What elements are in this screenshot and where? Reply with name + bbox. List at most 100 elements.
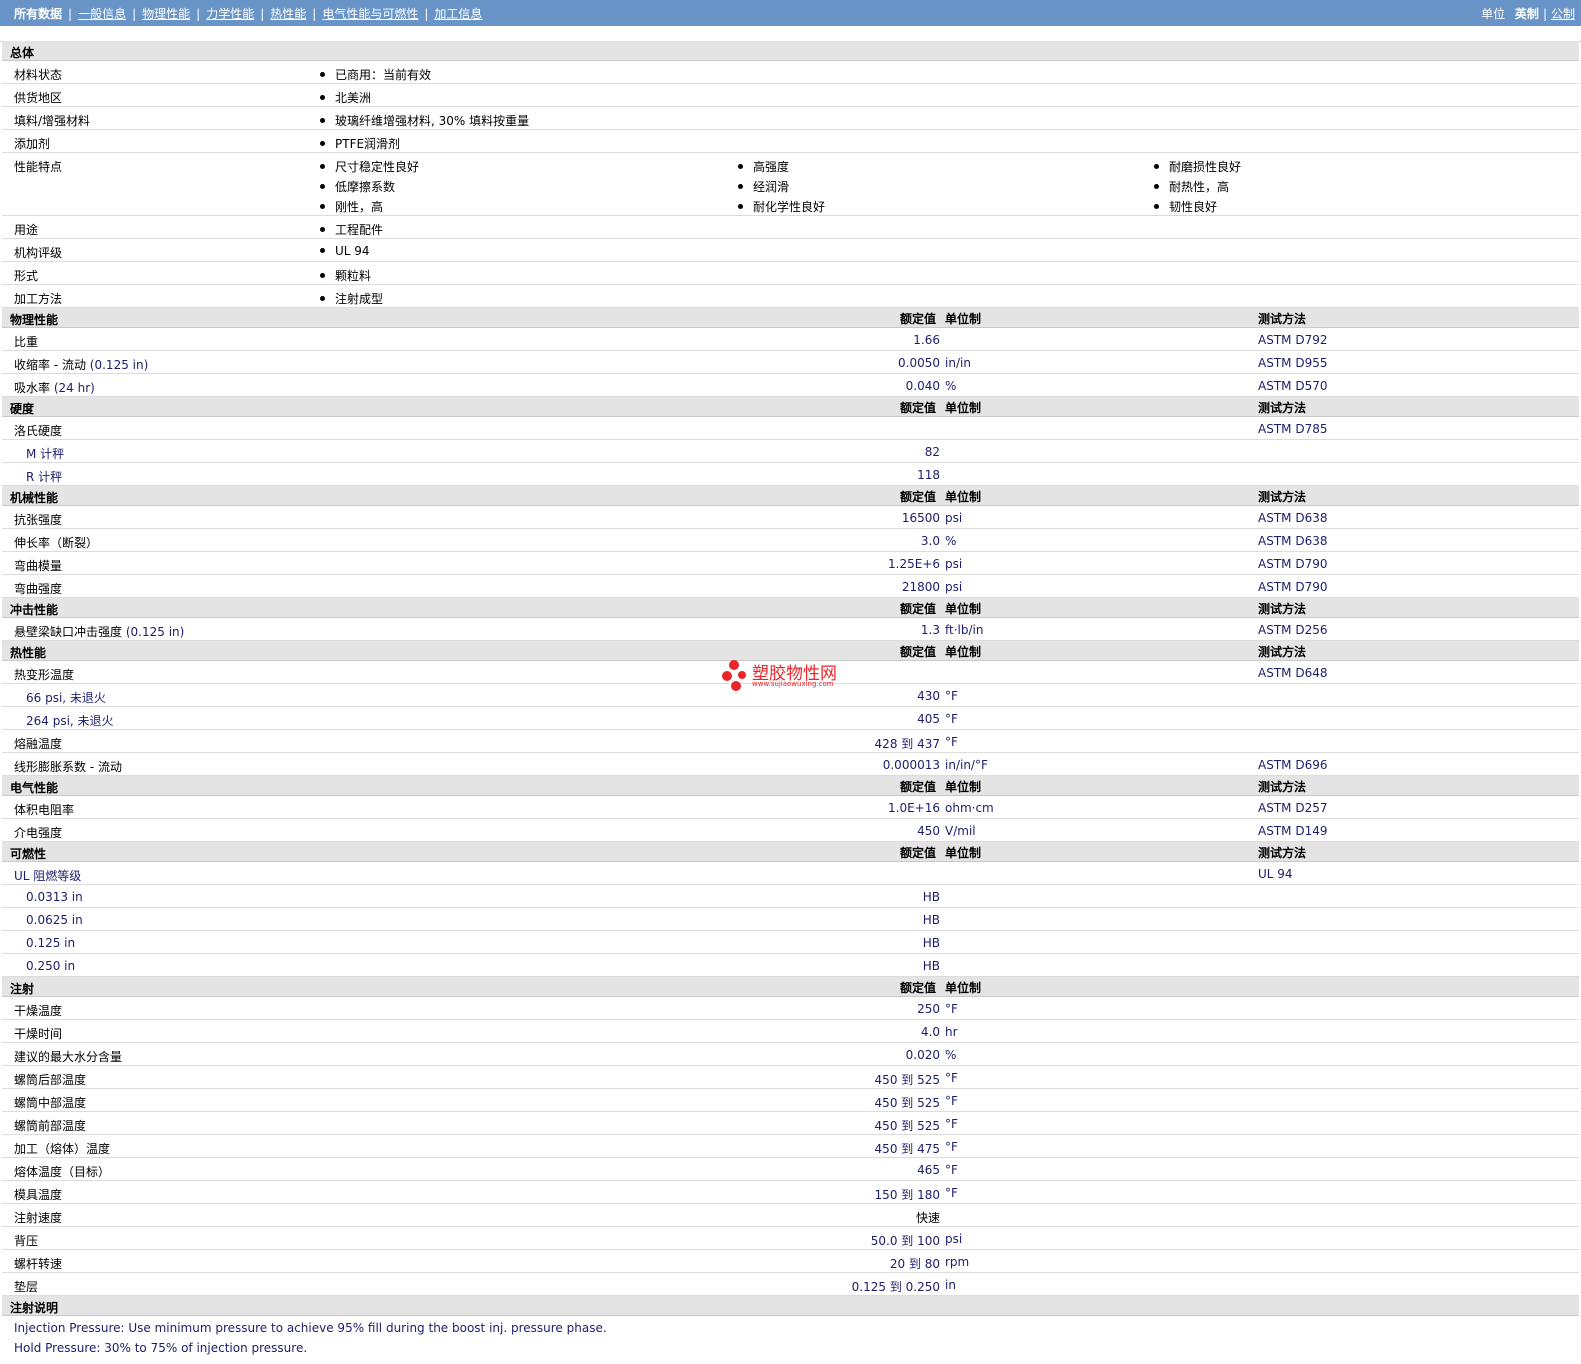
tab-thermal[interactable]: 热性能 <box>270 7 306 21</box>
general-row: 供货地区 北美洲 <box>2 84 1579 107</box>
test-method: ASTM D257 <box>1258 801 1328 815</box>
property-row: 注射速度 快速 <box>2 1204 1579 1227</box>
property-value: 82 <box>924 445 940 459</box>
property-row: UL 阻燃等级 UL 94 <box>2 862 1579 885</box>
header-test-method: 测试方法 <box>1258 846 1307 860</box>
tab-all-data[interactable]: 所有数据 <box>14 7 62 21</box>
property-value: 1.66 <box>913 333 940 347</box>
features-col-1: 尺寸稳定性良好 低摩擦系数 刚性，高 <box>320 158 419 218</box>
property-unit: °F <box>945 712 958 726</box>
tab-general-info[interactable]: 一般信息 <box>78 7 126 21</box>
property-label: 吸水率 (24 hr) <box>14 379 95 396</box>
features-col-3: 耐磨损性良好 耐热性，高 韧性良好 <box>1154 158 1241 218</box>
property-value: 50.0 到 100 <box>870 1234 940 1248</box>
header-test-method: 测试方法 <box>1258 780 1307 794</box>
property-name: 洛氏硬度 <box>14 424 63 438</box>
bullet-icon <box>320 72 325 77</box>
property-row: 螺筒中部温度 450 到 525 °F <box>2 1089 1579 1112</box>
header-test-method: 测试方法 <box>1258 312 1307 326</box>
property-value: 405 <box>917 712 940 726</box>
property-label: 体积电阻率 <box>14 801 74 818</box>
property-row: 建议的最大水分含量 0.020% <box>2 1043 1579 1066</box>
bullet-icon <box>320 296 325 301</box>
property-label: 干燥时间 <box>14 1025 62 1042</box>
property-name: R 计秤 <box>26 470 63 484</box>
feature-item: 高强度 <box>753 160 790 174</box>
value-item: 注射成型 <box>335 292 384 306</box>
tab-mechanical[interactable]: 力学性能 <box>206 7 254 21</box>
red-dots-logo-icon <box>722 660 746 691</box>
property-name: 66 psi, 未退火 <box>26 691 106 705</box>
section-header-general: 总体 <box>2 41 1579 61</box>
bullet-icon <box>320 141 325 146</box>
property-unit: °F <box>945 1071 958 1085</box>
value-item: 颗粒料 <box>335 269 372 283</box>
property-name: 线形膨胀系数 - 流动 <box>14 760 122 774</box>
test-method: ASTM D648 <box>1258 666 1328 680</box>
property-row: 0.250 in HB <box>2 954 1579 977</box>
property-name: 螺筒前部温度 <box>14 1119 87 1133</box>
property-name: 比重 <box>14 335 39 349</box>
tab-separator: | <box>312 7 317 21</box>
test-method: ASTM D570 <box>1258 379 1328 393</box>
feature-item: 刚性，高 <box>335 200 384 214</box>
property-value: 150 到 180 <box>874 1188 940 1202</box>
header-value: 额定值 <box>900 780 937 794</box>
property-unit: °F <box>945 1094 958 1108</box>
property-unit: °F <box>945 1186 958 1200</box>
bullet-icon <box>738 164 743 169</box>
tab-separator: | <box>424 7 429 21</box>
tab-physical[interactable]: 物理性能 <box>142 7 190 21</box>
property-label: 建议的最大水分含量 <box>14 1048 122 1065</box>
property-label: 伸长率（断裂） <box>14 534 98 551</box>
watermark-url: www.sujiaowuxing.com <box>752 680 834 688</box>
property-name: 螺筒中部温度 <box>14 1096 87 1110</box>
features-row: 性能特点 尺寸稳定性良好 低摩擦系数 刚性，高 高强度 经润滑 耐化学性良好 耐… <box>2 153 1579 216</box>
property-name: 抗张强度 <box>14 513 63 527</box>
tab-processing[interactable]: 加工信息 <box>434 7 482 21</box>
property-label: 熔融温度 <box>14 735 62 752</box>
test-method: ASTM D792 <box>1258 333 1328 347</box>
unit-imperial[interactable]: 英制 <box>1515 7 1539 21</box>
top-nav-bar: 所有数据 | 一般信息 | 物理性能 | 力学性能 | 热性能 | 电气性能与可燃性 | 加工信息 单位… <box>0 0 1581 26</box>
property-name: 熔融温度 <box>14 737 63 751</box>
property-row: 0.0313 in HB <box>2 885 1579 908</box>
general-row: 加工方法 注射成型 <box>2 285 1579 308</box>
property-value: 4.0 <box>920 1025 940 1039</box>
tab-separator: | <box>260 7 265 21</box>
unit-label: 单位 <box>1481 7 1506 21</box>
property-value: HB <box>922 913 940 927</box>
test-method: ASTM D790 <box>1258 580 1328 594</box>
tab-separator: | <box>68 7 73 21</box>
section-header: 物理性能 额定值 单位制 测试方法 <box>2 308 1579 328</box>
property-name: 螺杆转速 <box>14 1257 63 1271</box>
section-header: 电气性能 额定值 单位制 测试方法 <box>2 776 1579 796</box>
tab-separator: | <box>196 7 201 21</box>
test-method: ASTM D785 <box>1258 422 1328 436</box>
header-value: 额定值 <box>900 645 937 659</box>
property-name: 0.0313 in <box>26 890 83 904</box>
row-label: 材料状态 <box>14 68 63 82</box>
property-label: 比重 <box>14 333 38 350</box>
property-row: 螺筒前部温度 450 到 525 °F <box>2 1112 1579 1135</box>
property-name: 0.125 in <box>26 936 76 950</box>
feature-item: 韧性良好 <box>1169 200 1218 214</box>
property-label: 弯曲强度 <box>14 580 62 597</box>
property-row: 模具温度 150 到 180 °F <box>2 1181 1579 1204</box>
feature-item: 耐磨损性良好 <box>1169 160 1242 174</box>
property-label: 0.0625 in <box>26 913 83 927</box>
property-value: 1.3 <box>920 623 940 637</box>
tab-electrical-flammability[interactable]: 电气性能与可燃性 <box>322 7 418 21</box>
property-value: 465 <box>917 1163 940 1177</box>
value-item: 玻璃纤维增强材料, 30% 填料按重量 <box>335 114 530 128</box>
property-row: 吸水率 (24 hr) 0.040% ASTM D570 <box>2 374 1579 397</box>
header-test-method: 测试方法 <box>1258 602 1307 616</box>
feature-item: 低摩擦系数 <box>335 180 396 194</box>
unit-metric[interactable]: 公制 <box>1551 7 1575 21</box>
value-item: PTFE润滑剂 <box>335 137 401 151</box>
bullet-icon <box>320 164 325 169</box>
section-title: 物理性能 <box>10 313 59 327</box>
property-row: 0.125 in HB <box>2 931 1579 954</box>
row-label: 性能特点 <box>14 160 63 174</box>
section-header-injection-notes: 注射说明 <box>2 1296 1579 1316</box>
